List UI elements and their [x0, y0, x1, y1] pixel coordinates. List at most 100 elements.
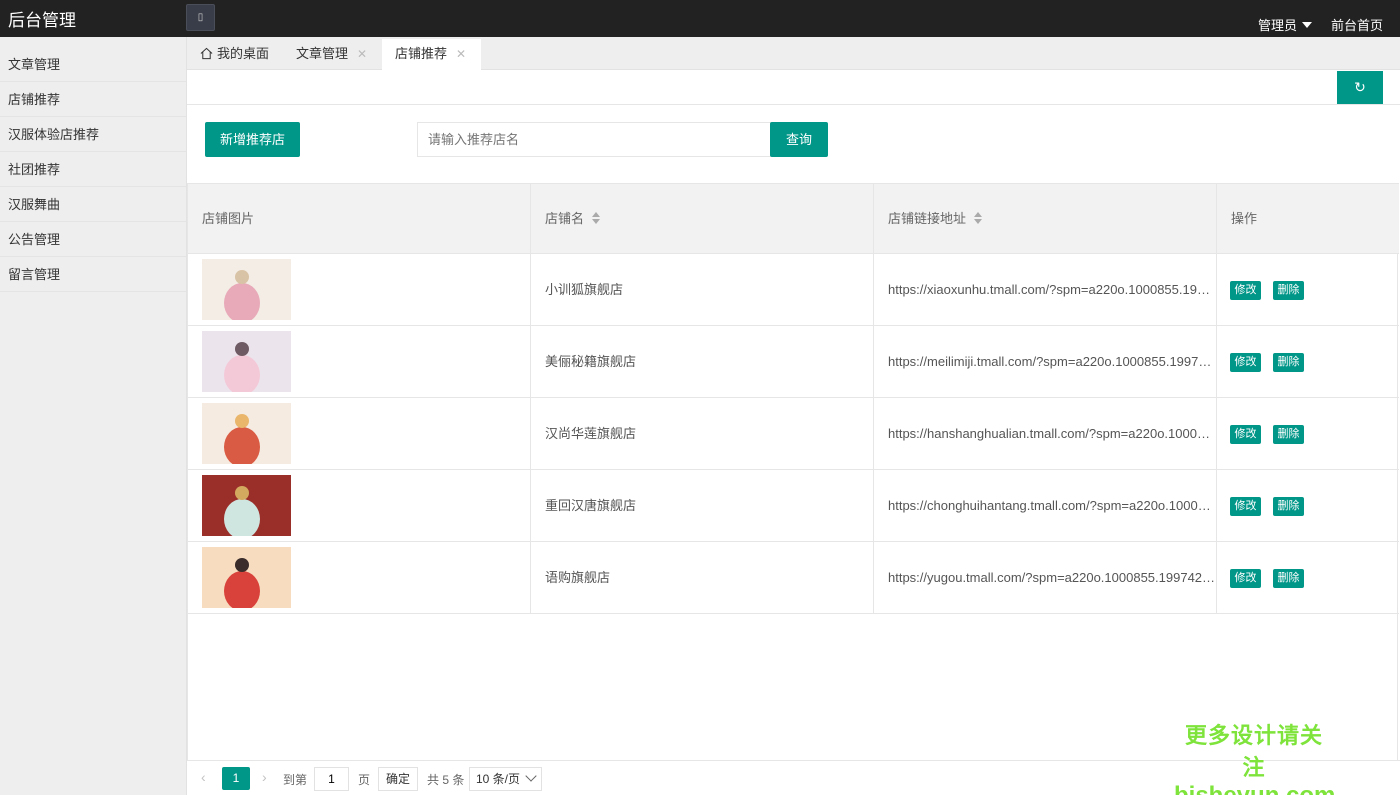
menu-toggle-icon[interactable]: ▯ — [186, 4, 215, 31]
ops-cell: 修改 删除 — [1217, 398, 1399, 469]
table-row: 汉尚华莲旗舰店 https://hanshanghualian.tmall.co… — [188, 398, 1399, 470]
link-cell: https://hanshanghualian.tmall.com/?spm=a… — [874, 398, 1217, 469]
sort-icon[interactable] — [974, 212, 983, 224]
delete-button[interactable]: 删除 — [1273, 281, 1304, 300]
edit-button[interactable]: 修改 — [1230, 425, 1261, 444]
add-shop-button[interactable]: 新增推荐店 — [205, 122, 300, 157]
shop-name: 小训狐旗舰店 — [545, 282, 624, 297]
sidebar-item-articles[interactable]: 文章管理 — [0, 47, 186, 82]
query-button[interactable]: 查询 — [770, 122, 828, 157]
delete-button[interactable]: 删除 — [1273, 497, 1304, 516]
name-cell: 美俪秘籍旗舰店 — [531, 326, 874, 397]
link-cell: https://xiaoxunhu.tmall.com/?spm=a220o.1… — [874, 254, 1217, 325]
name-cell: 汉尚华莲旗舰店 — [531, 398, 874, 469]
sidebar-item-experience-store[interactable]: 汉服体验店推荐 — [0, 117, 186, 152]
ops-cell: 修改 删除 — [1217, 470, 1399, 541]
table-row: 重回汉唐旗舰店 https://chonghuihantang.tmall.co… — [188, 470, 1399, 542]
shop-link: https://chonghuihantang.tmall.com/?spm=a… — [888, 498, 1216, 513]
caret-down-icon — [1302, 21, 1313, 28]
edit-button[interactable]: 修改 — [1230, 569, 1261, 588]
tab-articles[interactable]: 文章管理 ✕ — [283, 39, 367, 70]
table-row: 小训狐旗舰店 https://xiaoxunhu.tmall.com/?spm=… — [188, 254, 1399, 326]
next-page-icon[interactable]: › — [262, 769, 267, 785]
chevron-down-icon — [525, 770, 537, 782]
delete-button[interactable]: 删除 — [1273, 425, 1304, 444]
close-icon[interactable]: ✕ — [456, 47, 466, 61]
sidebar: 文章管理 店铺推荐 汉服体验店推荐 社团推荐 汉服舞曲 公告管理 留言管理 — [0, 37, 187, 795]
link-cell: https://meilimiji.tmall.com/?spm=a220o.1… — [874, 326, 1217, 397]
name-cell: 小训狐旗舰店 — [531, 254, 874, 325]
total-count: 共 5 条 — [427, 773, 465, 787]
admin-dropdown[interactable]: 管理员 — [1258, 15, 1313, 34]
shop-name: 美俪秘籍旗舰店 — [545, 354, 637, 369]
ops-cell: 修改 删除 — [1217, 326, 1399, 397]
admin-label: 管理员 — [1258, 18, 1298, 33]
watermark: 更多设计请关注 bisheyun.com — [1174, 718, 1335, 795]
sidebar-item-clubs[interactable]: 社团推荐 — [0, 152, 186, 187]
prev-page-icon[interactable]: ‹ — [201, 769, 206, 785]
ops-cell: 修改 删除 — [1217, 542, 1399, 613]
tab-label: 文章管理 — [296, 46, 349, 61]
shop-link: https://yugou.tmall.com/?spm=a220o.10008… — [888, 570, 1216, 585]
edit-button[interactable]: 修改 — [1230, 281, 1261, 300]
ops-cell: 修改 删除 — [1217, 254, 1399, 325]
image-cell — [188, 470, 531, 541]
header-shop-name[interactable]: 店铺名 — [531, 184, 874, 254]
header-shop-link[interactable]: 店铺链接地址 — [874, 184, 1217, 254]
shop-table: 店铺图片 店铺名 店铺链接地址 操作 小训狐旗舰店 https://xiaoxu… — [187, 183, 1399, 761]
image-cell — [188, 254, 531, 325]
front-home-link[interactable]: 前台首页 — [1331, 15, 1383, 34]
watermark-line1: 更多设计请关注 — [1184, 723, 1323, 780]
shop-name: 汉尚华莲旗舰店 — [545, 426, 637, 441]
watermark-line2: bisheyun.com — [1174, 782, 1335, 795]
edit-button[interactable]: 修改 — [1230, 353, 1261, 372]
delete-button[interactable]: 删除 — [1273, 353, 1304, 372]
shop-link: https://meilimiji.tmall.com/?spm=a220o.1… — [888, 354, 1216, 369]
sort-icon[interactable] — [592, 212, 601, 224]
edit-button[interactable]: 修改 — [1230, 497, 1261, 516]
name-cell: 语购旗舰店 — [531, 542, 874, 613]
delete-button[interactable]: 删除 — [1273, 569, 1304, 588]
table-row: 语购旗舰店 https://yugou.tmall.com/?spm=a220o… — [188, 542, 1399, 614]
top-navbar: 后台管理 ▯ 管理员 前台首页 — [0, 0, 1400, 37]
app-brand: 后台管理 — [8, 11, 76, 30]
image-cell — [188, 398, 531, 469]
goto-page-input[interactable] — [314, 767, 349, 791]
shop-name: 语购旗舰店 — [545, 570, 611, 585]
close-icon[interactable]: ✕ — [357, 47, 367, 61]
tab-bar: 我的桌面 文章管理 ✕ 店铺推荐 ✕ — [187, 37, 1400, 70]
header-shop-image: 店铺图片 — [188, 184, 531, 254]
page-size-select[interactable]: 10 条/页 — [469, 767, 542, 791]
sidebar-item-notices[interactable]: 公告管理 — [0, 222, 186, 257]
shop-link: https://xiaoxunhu.tmall.com/?spm=a220o.1… — [888, 282, 1216, 297]
refresh-icon[interactable]: ↻ — [1337, 71, 1383, 104]
tab-shop-recommend[interactable]: 店铺推荐 ✕ — [382, 39, 481, 70]
sidebar-item-shop-recommend[interactable]: 店铺推荐 — [0, 82, 186, 117]
home-icon — [200, 47, 213, 60]
tab-label: 店铺推荐 — [395, 46, 448, 61]
shop-thumbnail — [202, 403, 291, 464]
sidebar-item-messages[interactable]: 留言管理 — [0, 257, 186, 292]
name-cell: 重回汉唐旗舰店 — [531, 470, 874, 541]
goto-confirm-button[interactable]: 确定 — [378, 767, 418, 791]
search-input[interactable] — [417, 122, 771, 157]
shop-thumbnail — [202, 547, 291, 608]
link-cell: https://yugou.tmall.com/?spm=a220o.10008… — [874, 542, 1217, 613]
refresh-strip: ↻ — [187, 70, 1400, 105]
shop-thumbnail — [202, 331, 291, 392]
shop-thumbnail — [202, 475, 291, 536]
page-current[interactable]: 1 — [222, 767, 250, 790]
shop-link: https://hanshanghualian.tmall.com/?spm=a… — [888, 426, 1216, 441]
goto-label: 到第 — [283, 773, 308, 787]
table-row: 美俪秘籍旗舰店 https://meilimiji.tmall.com/?spm… — [188, 326, 1399, 398]
tab-my-desktop[interactable]: 我的桌面 — [187, 39, 269, 70]
page-size-value: 10 条/页 — [476, 772, 521, 786]
shop-name: 重回汉唐旗舰店 — [545, 498, 637, 513]
image-cell — [188, 542, 531, 613]
tab-label: 我的桌面 — [217, 46, 270, 61]
header-operations: 操作 — [1231, 211, 1258, 226]
shop-thumbnail — [202, 259, 291, 320]
image-cell — [188, 326, 531, 397]
sidebar-item-dance-music[interactable]: 汉服舞曲 — [0, 187, 186, 222]
page-unit-label: 页 — [358, 773, 371, 787]
